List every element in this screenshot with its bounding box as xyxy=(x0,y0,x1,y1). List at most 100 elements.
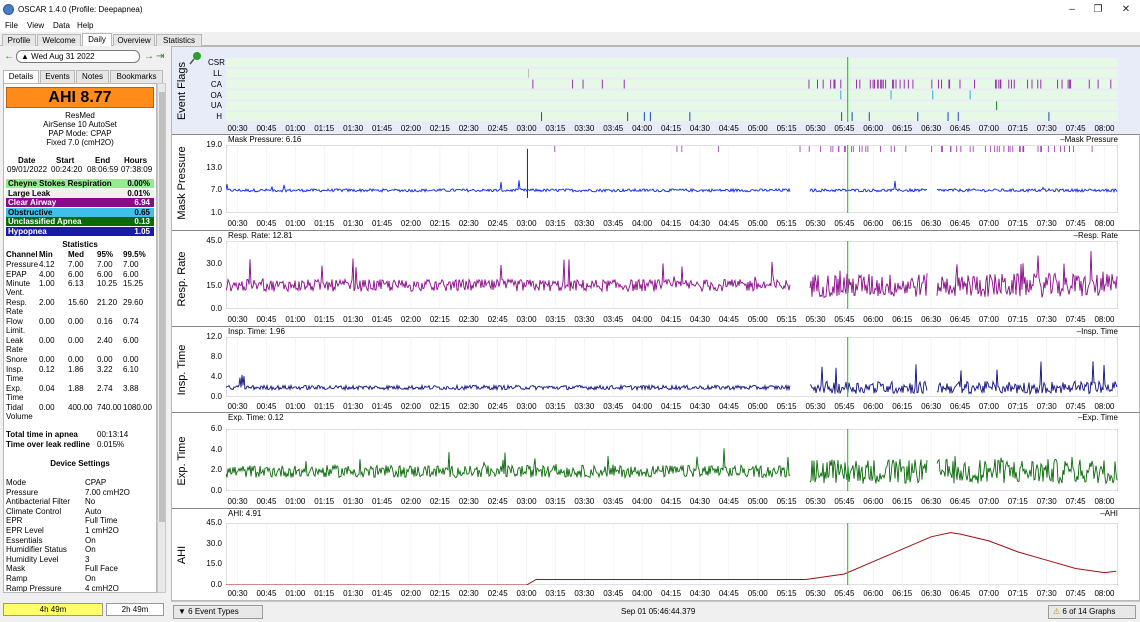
stats-min: 4.00 xyxy=(39,269,55,279)
event-summary-label: Obstructive xyxy=(8,207,53,217)
tab-daily[interactable]: Daily xyxy=(82,33,112,47)
event-summary-row: Unclassified Apnea 0.13 xyxy=(6,217,154,226)
stats-header-channel: Channel xyxy=(6,250,38,259)
x-tick-label: 01:30 xyxy=(343,219,364,228)
x-tick-label: 05:45 xyxy=(834,124,855,133)
menu-file[interactable]: File xyxy=(5,21,18,30)
tab-bookmarks[interactable]: Bookmarks xyxy=(110,70,163,83)
session-header-hours: Hours xyxy=(124,156,148,165)
x-tick-label: 07:30 xyxy=(1036,219,1057,228)
exp-time-chart xyxy=(226,429,1118,491)
menu-view[interactable]: View xyxy=(27,21,44,30)
prev-day-button[interactable]: ← xyxy=(4,51,14,62)
close-button[interactable]: ✕ xyxy=(1118,3,1134,16)
x-tick-label: 03:30 xyxy=(574,402,595,411)
event-types-dropdown[interactable]: ▼ 6 Event Types xyxy=(173,605,263,619)
tab-overview[interactable]: Overview xyxy=(113,34,155,46)
menu-help[interactable]: Help xyxy=(77,21,93,30)
x-tick-label: 08:00 xyxy=(1094,315,1115,324)
x-tick-label: 00:30 xyxy=(227,589,248,598)
stats-med: 0.00 xyxy=(68,355,84,364)
exp-time-plot[interactable]: Exp. Time Exp. Time: 0.12 –Exp. Time 6.0… xyxy=(172,413,1140,509)
stats-p995: 0.74 xyxy=(123,317,139,326)
stats-med: 0.00 xyxy=(68,336,84,345)
pin-icon[interactable] xyxy=(188,51,202,65)
flag-row xyxy=(226,90,1118,100)
x-tick-label: 06:30 xyxy=(921,124,942,133)
x-tick-label: 01:45 xyxy=(372,497,393,506)
session-header-end: End xyxy=(95,156,111,165)
x-tick-label: 00:30 xyxy=(227,124,248,133)
x-tick-label: 02:15 xyxy=(429,219,450,228)
mask-pressure-plot[interactable]: Mask Pressure Mask Pressure: 6.16 –Mask … xyxy=(172,135,1140,231)
x-tick-label: 05:30 xyxy=(805,589,826,598)
total-value: 00:13:14 xyxy=(97,430,129,439)
setting-value: Auto xyxy=(85,506,102,516)
stats-channel: Resp. Rate xyxy=(6,298,27,316)
x-tick-label: 03:30 xyxy=(574,497,595,506)
flag-row xyxy=(226,68,1118,78)
x-tick-label: 05:00 xyxy=(747,315,768,324)
date-label: Wed Aug 31 2022 xyxy=(31,52,95,61)
stats-channel: Pressure xyxy=(6,260,39,269)
tab-statistics[interactable]: Statistics xyxy=(156,34,202,46)
event-summary-label: Clear Airway xyxy=(8,198,57,207)
graph-count-dropdown[interactable]: ⚠ 6 of 14 Graphs xyxy=(1048,605,1136,619)
insp-time-plot[interactable]: Insp. Time Insp. Time: 1.96 –Insp. Time … xyxy=(172,327,1140,413)
mask-pressure-chart xyxy=(226,145,1118,213)
details-scrollbar[interactable] xyxy=(157,83,166,593)
maximize-button[interactable]: ❐ xyxy=(1090,3,1106,16)
y-tick-label: 30.0 xyxy=(206,538,222,548)
stats-p95: 2.40 xyxy=(97,336,113,345)
y-tick-label: 1.0 xyxy=(210,208,222,217)
scrollbar-thumb[interactable] xyxy=(159,92,165,522)
duration-total[interactable]: 4h 49m xyxy=(3,603,103,616)
resp-rate-plot[interactable]: Resp. Rate Resp. Rate: 12.81 –Resp. Rate… xyxy=(172,231,1140,327)
x-tick-label: 05:45 xyxy=(834,315,855,324)
x-tick-label: 05:15 xyxy=(776,497,797,506)
setting-value: No xyxy=(85,497,96,507)
pap-mode: PAP Mode: CPAP xyxy=(48,129,112,138)
x-tick-label: 01:15 xyxy=(314,219,335,228)
flag-label: UA xyxy=(210,101,222,111)
setting-value: On xyxy=(85,545,96,555)
tab-notes[interactable]: Notes xyxy=(76,70,109,83)
x-tick-label: 06:00 xyxy=(863,589,884,598)
y-tick-label: 12.0 xyxy=(206,332,222,341)
tab-details[interactable]: Details xyxy=(3,70,39,83)
x-tick-label: 01:45 xyxy=(372,219,393,228)
event-flags-plot[interactable]: Event Flags CSR LL CA OA UA H 00:30 00:45 01:00… xyxy=(172,47,1140,135)
x-tick-label: 07:15 xyxy=(1007,402,1028,411)
last-day-button[interactable]: ⇥ xyxy=(156,51,164,62)
next-day-button[interactable]: → xyxy=(144,51,154,62)
x-tick-label: 06:15 xyxy=(892,124,913,133)
window-title: OSCAR 1.4.0 (Profile: Deepapnea) xyxy=(18,5,143,14)
date-navigator: ← ▲ Wed Aug 31 2022 → ⇥ xyxy=(0,50,168,64)
date-picker[interactable]: ▲ Wed Aug 31 2022 xyxy=(16,50,140,63)
stats-channel: Exp. Time xyxy=(6,383,24,402)
minimize-button[interactable]: – xyxy=(1064,3,1080,16)
tab-events[interactable]: Events xyxy=(40,70,75,83)
x-tick-label: 05:15 xyxy=(776,589,797,598)
x-tick-label: 02:30 xyxy=(458,124,479,133)
stats-p95: 21.20 xyxy=(97,298,118,307)
x-tick-label: 03:45 xyxy=(603,124,624,133)
y-tick-label: 45.0 xyxy=(206,236,222,245)
ahi-plot[interactable]: AHI AHI: 4.91 –AHI 45.0 30.0 15.0 0.0 00:30… xyxy=(172,509,1140,601)
duration-segment[interactable]: 2h 49m xyxy=(106,603,164,616)
x-tick-label: 03:30 xyxy=(574,124,595,133)
x-tick-label: 06:15 xyxy=(892,402,913,411)
setting-value: CPAP xyxy=(85,478,107,487)
session-header-date: Date xyxy=(18,156,36,165)
x-tick-label: 01:00 xyxy=(285,497,306,506)
menu-data[interactable]: Data xyxy=(53,21,70,30)
tab-welcome[interactable]: Welcome xyxy=(37,34,81,46)
x-tick-label: 06:45 xyxy=(950,315,971,324)
tab-profile[interactable]: Profile xyxy=(2,34,36,46)
stats-med: 1.86 xyxy=(68,364,84,374)
x-tick-label: 05:30 xyxy=(805,219,826,228)
x-tick-label: 04:30 xyxy=(689,219,710,228)
x-tick-label: 01:45 xyxy=(372,589,393,598)
x-tick-label: 07:00 xyxy=(978,219,999,228)
flag-label: OA xyxy=(210,90,222,100)
